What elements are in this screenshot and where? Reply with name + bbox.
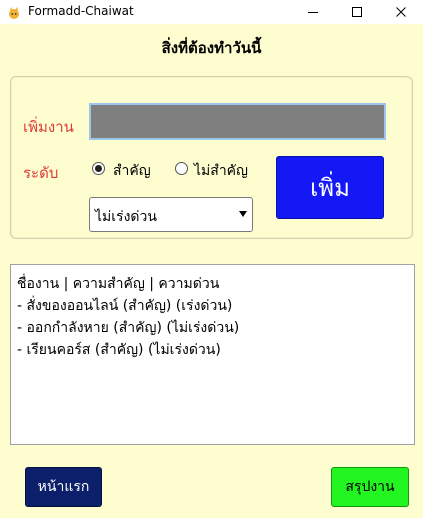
maximize-button[interactable] [335,0,379,24]
level-label: ระดับ [23,164,59,182]
list-item[interactable]: - ออกกำลังหาย (สำคัญ) (ไม่เร่งด่วน) [17,317,408,339]
radio-not-important[interactable] [175,162,188,175]
list-item[interactable]: - สั่งของออนไลน์ (สำคัญ) (เร่งด่วน) [17,295,408,317]
close-icon [396,7,406,17]
title-bar: Formadd-Chaiwat [0,0,423,24]
window-title: Formadd-Chaiwat [28,4,134,18]
task-list[interactable]: ชื่องาน | ความสำคัญ | ความด่วน - สั่งของ… [10,264,415,445]
radio-important-label[interactable]: สำคัญ [113,160,151,182]
radio-not-important-label[interactable]: ไม่สำคัญ [194,160,248,182]
app-icon [7,5,21,19]
urgency-select-value: ไม่เร่งด่วน [95,209,157,225]
list-header: ชื่องาน | ความสำคัญ | ความด่วน [17,276,220,292]
list-item[interactable]: - เรียนคอร์ส (สำคัญ) (ไม่เร่งด่วน) [17,339,408,361]
close-button[interactable] [379,0,423,24]
chevron-down-icon [239,211,247,217]
summary-button[interactable]: สรุปงาน [331,467,409,507]
task-label: เพิ่มงาน [23,118,74,136]
home-button[interactable]: หน้าแรก [25,467,102,507]
minimize-icon [308,12,318,13]
minimize-button[interactable] [291,0,335,24]
task-input[interactable] [89,103,386,140]
page-title: สิ่งที่ต้องทำวันนี้ [161,39,262,57]
radio-important[interactable] [92,162,105,175]
urgency-select[interactable]: ไม่เร่งด่วน [89,197,253,232]
add-button[interactable]: เพิ่ม [276,156,384,219]
maximize-icon [352,7,362,17]
